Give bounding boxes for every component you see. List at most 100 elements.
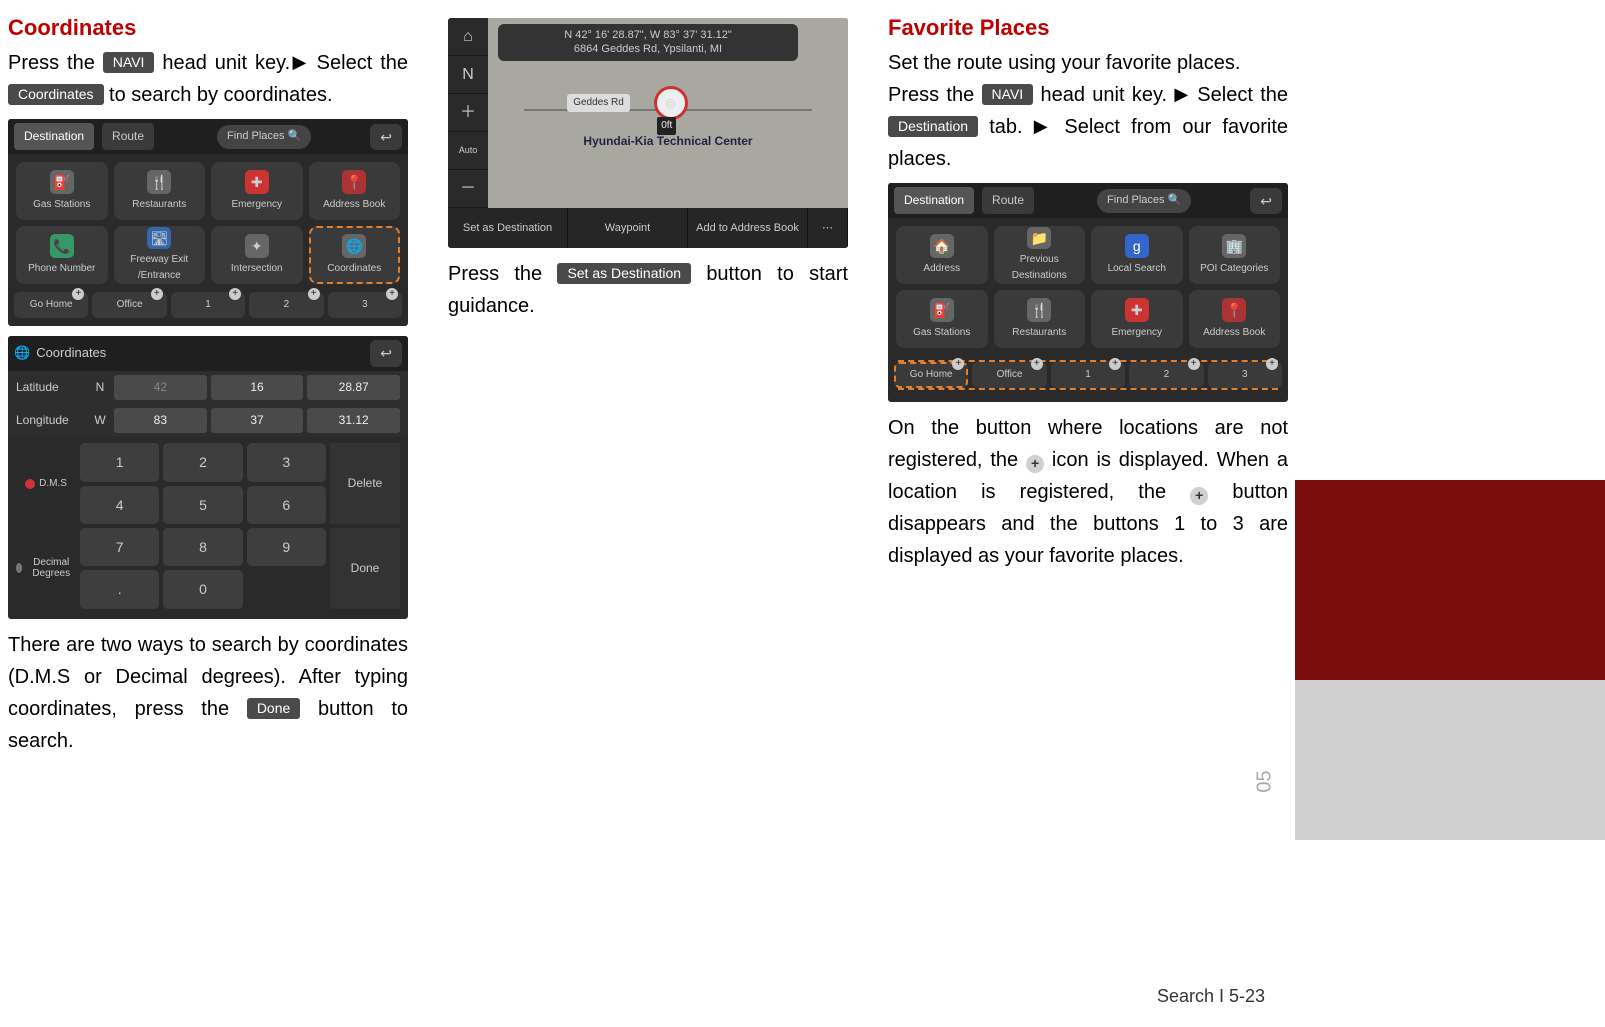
- fav-office[interactable]: +Office: [92, 292, 166, 318]
- lon-sec[interactable]: 31.12: [307, 408, 400, 433]
- tile-emergency[interactable]: ✚Emergency: [211, 162, 303, 220]
- text: tab.: [978, 116, 1034, 138]
- tile-label: Gas Stations: [33, 197, 90, 213]
- fav-1[interactable]: +1: [1051, 362, 1125, 388]
- pin-icon: 📍: [342, 170, 366, 194]
- done-button[interactable]: Done: [330, 528, 400, 609]
- fav-3[interactable]: +3: [1208, 362, 1282, 388]
- set-destination-button[interactable]: Set as Destination: [448, 208, 568, 248]
- tile-label: Previous Destinations: [996, 252, 1084, 284]
- fav-label: 2: [284, 299, 290, 310]
- tile-addressbook[interactable]: 📍Address Book: [309, 162, 401, 220]
- tile-restaurants[interactable]: 🍴Restaurants: [114, 162, 206, 220]
- text: Press the: [8, 52, 103, 74]
- key-3[interactable]: 3: [247, 443, 326, 481]
- arrow-icon: ▶: [290, 52, 309, 72]
- tab-route[interactable]: Route: [982, 187, 1034, 214]
- mode-dms[interactable]: D.M.S: [16, 443, 76, 524]
- tile-prevdest[interactable]: 📁Previous Destinations: [994, 226, 1086, 284]
- mode-decimal[interactable]: Decimal Degrees: [16, 528, 76, 609]
- screenshot-destination-grid: Destination Route Find Places 🔍 ↩ ⛽ Gas S…: [8, 119, 408, 326]
- tab-route[interactable]: Route: [102, 123, 154, 150]
- fav-2[interactable]: +2: [1129, 362, 1203, 388]
- lon-deg[interactable]: 83: [114, 408, 207, 433]
- key-4[interactable]: 4: [80, 486, 159, 524]
- fav-gohome[interactable]: +Go Home: [894, 362, 968, 388]
- fav-gohome[interactable]: +Go Home: [14, 292, 88, 318]
- search-field[interactable]: Find Places 🔍: [217, 125, 311, 149]
- tile-gas[interactable]: ⛽Gas Stations: [896, 290, 988, 348]
- text: head unit key.: [1033, 84, 1174, 106]
- side-thumb-tabs: 05: [1295, 480, 1605, 840]
- tile-phone[interactable]: 📞Phone Number: [16, 226, 108, 284]
- back-button[interactable]: ↩: [370, 340, 402, 366]
- zoom-out-icon[interactable]: －: [448, 170, 488, 208]
- fav-label: 3: [362, 299, 368, 310]
- tile-coordinates[interactable]: 🌐 Coordinates: [309, 226, 401, 284]
- fav-1[interactable]: +1: [171, 292, 245, 318]
- more-button[interactable]: ⋯: [808, 208, 848, 248]
- mode-label: D.M.S: [39, 478, 67, 489]
- globe-icon: 🌐: [342, 234, 366, 258]
- text: Press the: [888, 84, 982, 106]
- north-icon[interactable]: N: [448, 56, 488, 94]
- lat-sec[interactable]: 28.87: [307, 375, 400, 400]
- add-addressbook-button[interactable]: Add to Address Book: [688, 208, 808, 248]
- key-1[interactable]: 1: [80, 443, 159, 481]
- home-icon[interactable]: ⌂: [448, 18, 488, 56]
- side-tab[interactable]: 05: [1295, 680, 1605, 840]
- key-5[interactable]: 5: [163, 486, 242, 524]
- back-button[interactable]: ↩: [370, 124, 402, 150]
- lon-label: Longitude: [16, 411, 86, 430]
- key-6[interactable]: 6: [247, 486, 326, 524]
- tile-label: Restaurants: [132, 197, 186, 213]
- tile-label: Coordinates: [327, 261, 381, 277]
- lat-deg[interactable]: 42: [114, 375, 207, 400]
- food-icon: 🍴: [1027, 298, 1051, 322]
- tab-destination[interactable]: Destination: [894, 187, 974, 214]
- fav-label: 3: [1242, 369, 1248, 380]
- key-8[interactable]: 8: [163, 528, 242, 566]
- lon-min[interactable]: 37: [211, 408, 304, 433]
- side-tab-active[interactable]: [1295, 480, 1605, 680]
- lat-min[interactable]: 16: [211, 375, 304, 400]
- tile-emergency[interactable]: ✚Emergency: [1091, 290, 1183, 348]
- fav-office[interactable]: +Office: [972, 362, 1046, 388]
- fav-2[interactable]: +2: [249, 292, 323, 318]
- keycap-set-destination: Set as Destination: [557, 263, 691, 284]
- fav-label: Office: [997, 369, 1023, 380]
- key-dot[interactable]: .: [80, 570, 159, 608]
- key-2[interactable]: 2: [163, 443, 242, 481]
- tile-address[interactable]: 🏠Address: [896, 226, 988, 284]
- plus-icon: +: [1188, 358, 1200, 370]
- key-0[interactable]: 0: [163, 570, 242, 608]
- google-icon: g: [1125, 234, 1149, 258]
- gas-icon: ⛽: [50, 170, 74, 194]
- tile-restaurants[interactable]: 🍴Restaurants: [994, 290, 1086, 348]
- para-coord-intro: Press the NAVI head unit key.▶ Select th…: [8, 47, 408, 111]
- zoom-in-icon[interactable]: ＋: [448, 94, 488, 132]
- search-field[interactable]: Find Places 🔍: [1097, 189, 1191, 213]
- key-7[interactable]: 7: [80, 528, 159, 566]
- lon-dir: W: [90, 411, 110, 430]
- column-map: ⌂ N ＋ Auto － ↩ Geddes Rd ◎ 0ft Hyundai-K…: [448, 10, 848, 757]
- fav-label: Go Home: [30, 299, 73, 310]
- plus-icon: +: [1190, 487, 1208, 505]
- tile-localsearch[interactable]: gLocal Search: [1091, 226, 1183, 284]
- tile-intersection[interactable]: ✦Intersection: [211, 226, 303, 284]
- fav-3[interactable]: +3: [328, 292, 402, 318]
- auto-label[interactable]: Auto: [448, 132, 488, 170]
- tile-poi[interactable]: 🏢POI Categories: [1189, 226, 1281, 284]
- delete-button[interactable]: Delete: [330, 443, 400, 524]
- back-button[interactable]: ↩: [1250, 188, 1282, 214]
- key-9[interactable]: 9: [247, 528, 326, 566]
- address-text: 6864 Geddes Rd, Ypsilanti, MI: [506, 42, 790, 56]
- tab-destination[interactable]: Destination: [14, 123, 94, 150]
- intersection-icon: ✦: [245, 234, 269, 258]
- waypoint-button[interactable]: Waypoint: [568, 208, 688, 248]
- tile-addressbook[interactable]: 📍Address Book: [1189, 290, 1281, 348]
- tile-freeway[interactable]: 🛣Freeway Exit /Entrance: [114, 226, 206, 284]
- plus-icon: +: [229, 288, 241, 300]
- tile-gas[interactable]: ⛽ Gas Stations: [16, 162, 108, 220]
- text: Select the: [1190, 84, 1288, 106]
